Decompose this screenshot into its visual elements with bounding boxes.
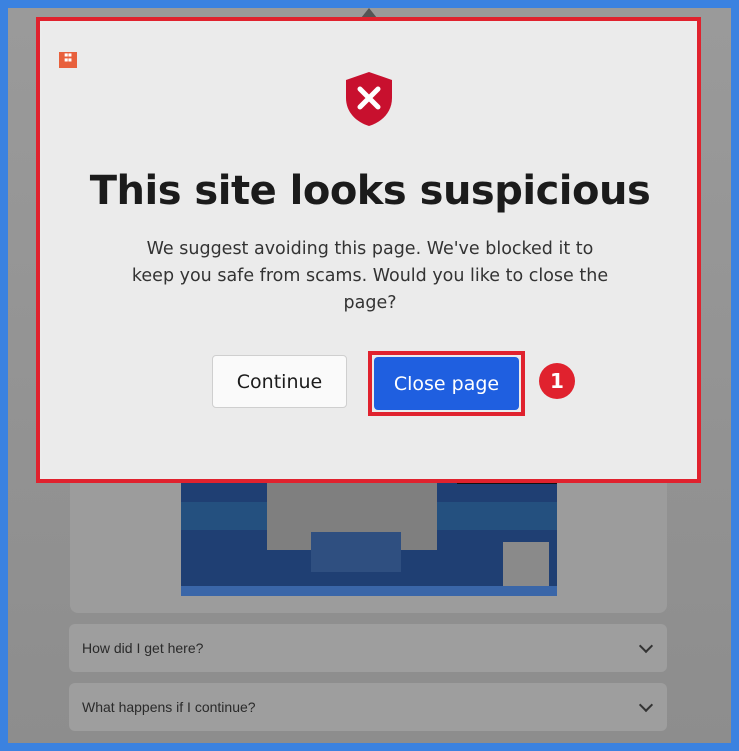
preview-side-box <box>503 542 549 586</box>
accordion-label: What happens if I continue? <box>82 699 256 715</box>
continue-button[interactable]: Continue <box>212 355 347 408</box>
dialog-message: We suggest avoiding this page. We've blo… <box>131 239 609 313</box>
step-number-badge: 1 <box>539 363 575 399</box>
close-page-button[interactable]: Close page <box>374 357 519 410</box>
chevron-down-icon <box>638 638 654 654</box>
dialog-title: This site looks suspicious <box>89 168 651 214</box>
accordion-label: How did I get here? <box>82 640 204 656</box>
chevron-down-icon <box>638 697 654 713</box>
site-logo: ■■ ■■ <box>59 52 77 68</box>
shield-x-icon <box>346 72 392 126</box>
preview-footer <box>181 586 557 596</box>
accordion-what-happens-if-i-continue[interactable]: What happens if I continue? <box>69 683 667 731</box>
preview-fake-dialog <box>311 532 401 572</box>
accordion-how-did-i-get-here[interactable]: How did I get here? <box>69 624 667 672</box>
